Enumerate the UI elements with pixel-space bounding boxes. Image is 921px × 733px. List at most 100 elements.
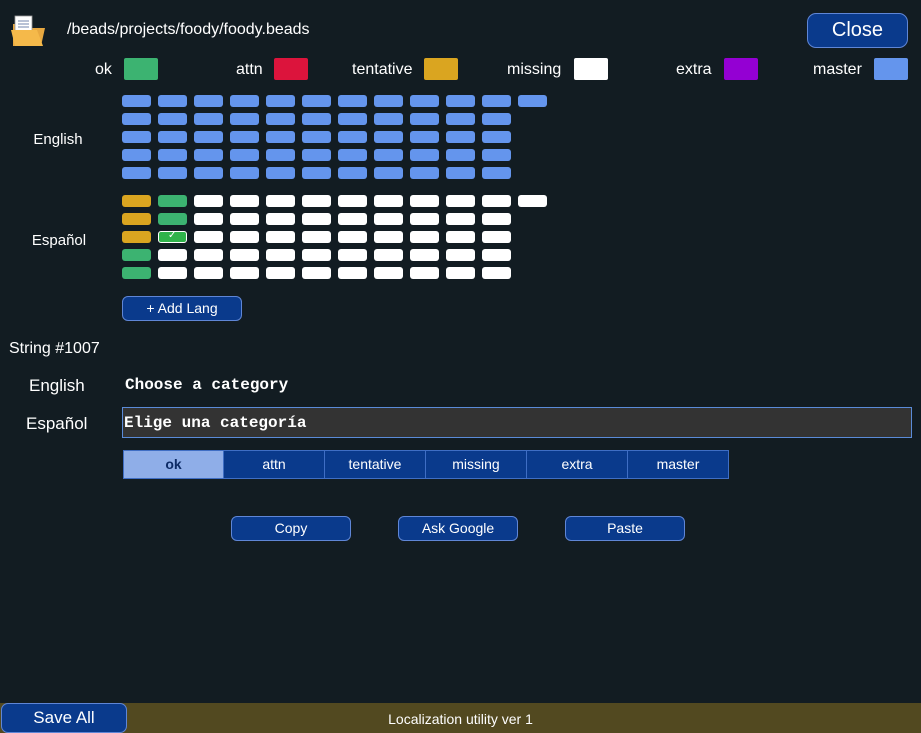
string-cell[interactable]	[230, 113, 259, 125]
string-cell[interactable]	[518, 95, 547, 107]
string-cell[interactable]: ✓	[158, 230, 187, 243]
string-cell[interactable]	[446, 167, 475, 179]
string-cell[interactable]	[338, 167, 367, 179]
string-cell[interactable]	[194, 267, 223, 279]
string-cell[interactable]	[302, 231, 331, 243]
string-cell[interactable]	[266, 113, 295, 125]
string-cell[interactable]	[410, 231, 439, 243]
string-cell[interactable]	[230, 95, 259, 107]
string-cell[interactable]	[266, 231, 295, 243]
string-cell[interactable]	[410, 131, 439, 143]
string-cell[interactable]	[302, 213, 331, 225]
string-cell[interactable]	[230, 149, 259, 161]
string-cell[interactable]	[374, 267, 403, 279]
string-cell[interactable]	[482, 249, 511, 261]
string-cell[interactable]	[158, 267, 187, 279]
string-cell[interactable]	[410, 149, 439, 161]
string-cell[interactable]	[302, 267, 331, 279]
string-cell[interactable]	[302, 113, 331, 125]
string-cell[interactable]	[230, 213, 259, 225]
string-cell[interactable]	[194, 113, 223, 125]
string-cell[interactable]	[194, 195, 223, 207]
string-cell[interactable]	[266, 267, 295, 279]
string-cell[interactable]	[446, 249, 475, 261]
string-cell[interactable]	[122, 231, 151, 243]
string-cell[interactable]	[446, 113, 475, 125]
string-cell[interactable]	[122, 149, 151, 161]
status-option-ok[interactable]: ok	[123, 450, 224, 479]
string-cell[interactable]	[446, 231, 475, 243]
string-cell[interactable]	[302, 131, 331, 143]
string-cell[interactable]	[338, 213, 367, 225]
paste-button[interactable]: Paste	[565, 516, 685, 541]
string-cell[interactable]	[230, 195, 259, 207]
status-option-tentative[interactable]: tentative	[325, 450, 426, 479]
string-cell[interactable]	[374, 113, 403, 125]
string-cell[interactable]	[194, 131, 223, 143]
string-cell[interactable]	[266, 249, 295, 261]
string-cell[interactable]	[482, 149, 511, 161]
string-cell[interactable]	[374, 167, 403, 179]
string-cell[interactable]	[122, 267, 151, 279]
string-cell[interactable]	[410, 213, 439, 225]
string-cell[interactable]	[194, 149, 223, 161]
status-option-missing[interactable]: missing	[426, 450, 527, 479]
string-cell[interactable]	[374, 213, 403, 225]
ask-google-button[interactable]: Ask Google	[398, 516, 518, 541]
string-cell[interactable]	[482, 195, 511, 207]
copy-button[interactable]: Copy	[231, 516, 351, 541]
string-cell[interactable]	[410, 113, 439, 125]
string-cell[interactable]	[230, 267, 259, 279]
string-cell[interactable]	[158, 195, 187, 207]
string-cell[interactable]	[194, 167, 223, 179]
status-option-master[interactable]: master	[628, 450, 729, 479]
string-cell[interactable]	[266, 195, 295, 207]
string-cell[interactable]	[482, 113, 511, 125]
string-cell[interactable]	[374, 131, 403, 143]
string-cell[interactable]	[338, 267, 367, 279]
folder-document-icon[interactable]	[10, 14, 46, 48]
string-cell[interactable]	[194, 249, 223, 261]
status-option-attn[interactable]: attn	[224, 450, 325, 479]
string-cell[interactable]	[338, 149, 367, 161]
string-cell[interactable]	[302, 149, 331, 161]
string-cell[interactable]	[374, 195, 403, 207]
string-cell[interactable]	[266, 95, 295, 107]
string-cell[interactable]	[158, 167, 187, 179]
string-cell[interactable]	[374, 249, 403, 261]
string-cell[interactable]	[230, 231, 259, 243]
string-cell[interactable]	[338, 249, 367, 261]
string-cell[interactable]	[410, 249, 439, 261]
string-cell[interactable]	[446, 213, 475, 225]
save-all-button[interactable]: Save All	[1, 703, 127, 733]
string-cell[interactable]	[122, 249, 151, 261]
string-cell[interactable]	[122, 167, 151, 179]
string-cell[interactable]	[230, 131, 259, 143]
string-cell[interactable]	[122, 113, 151, 125]
string-cell[interactable]	[122, 95, 151, 107]
add-language-button[interactable]: + Add Lang	[122, 296, 242, 321]
string-cell[interactable]	[374, 231, 403, 243]
string-cell[interactable]	[482, 95, 511, 107]
string-cell[interactable]	[194, 95, 223, 107]
string-cell[interactable]	[446, 149, 475, 161]
status-option-extra[interactable]: extra	[527, 450, 628, 479]
string-cell[interactable]	[446, 267, 475, 279]
string-cell[interactable]	[158, 113, 187, 125]
string-cell[interactable]	[302, 167, 331, 179]
string-cell[interactable]	[158, 95, 187, 107]
string-cell[interactable]	[482, 167, 511, 179]
string-cell[interactable]	[194, 231, 223, 243]
string-cell[interactable]	[230, 167, 259, 179]
string-cell[interactable]	[518, 195, 547, 207]
string-cell[interactable]	[266, 213, 295, 225]
string-cell[interactable]	[302, 249, 331, 261]
string-cell[interactable]	[410, 95, 439, 107]
string-cell[interactable]	[158, 213, 187, 225]
string-cell[interactable]	[482, 131, 511, 143]
string-cell[interactable]	[158, 249, 187, 261]
string-cell[interactable]	[122, 195, 151, 207]
string-cell[interactable]	[410, 267, 439, 279]
string-cell[interactable]	[338, 195, 367, 207]
string-cell[interactable]	[482, 267, 511, 279]
